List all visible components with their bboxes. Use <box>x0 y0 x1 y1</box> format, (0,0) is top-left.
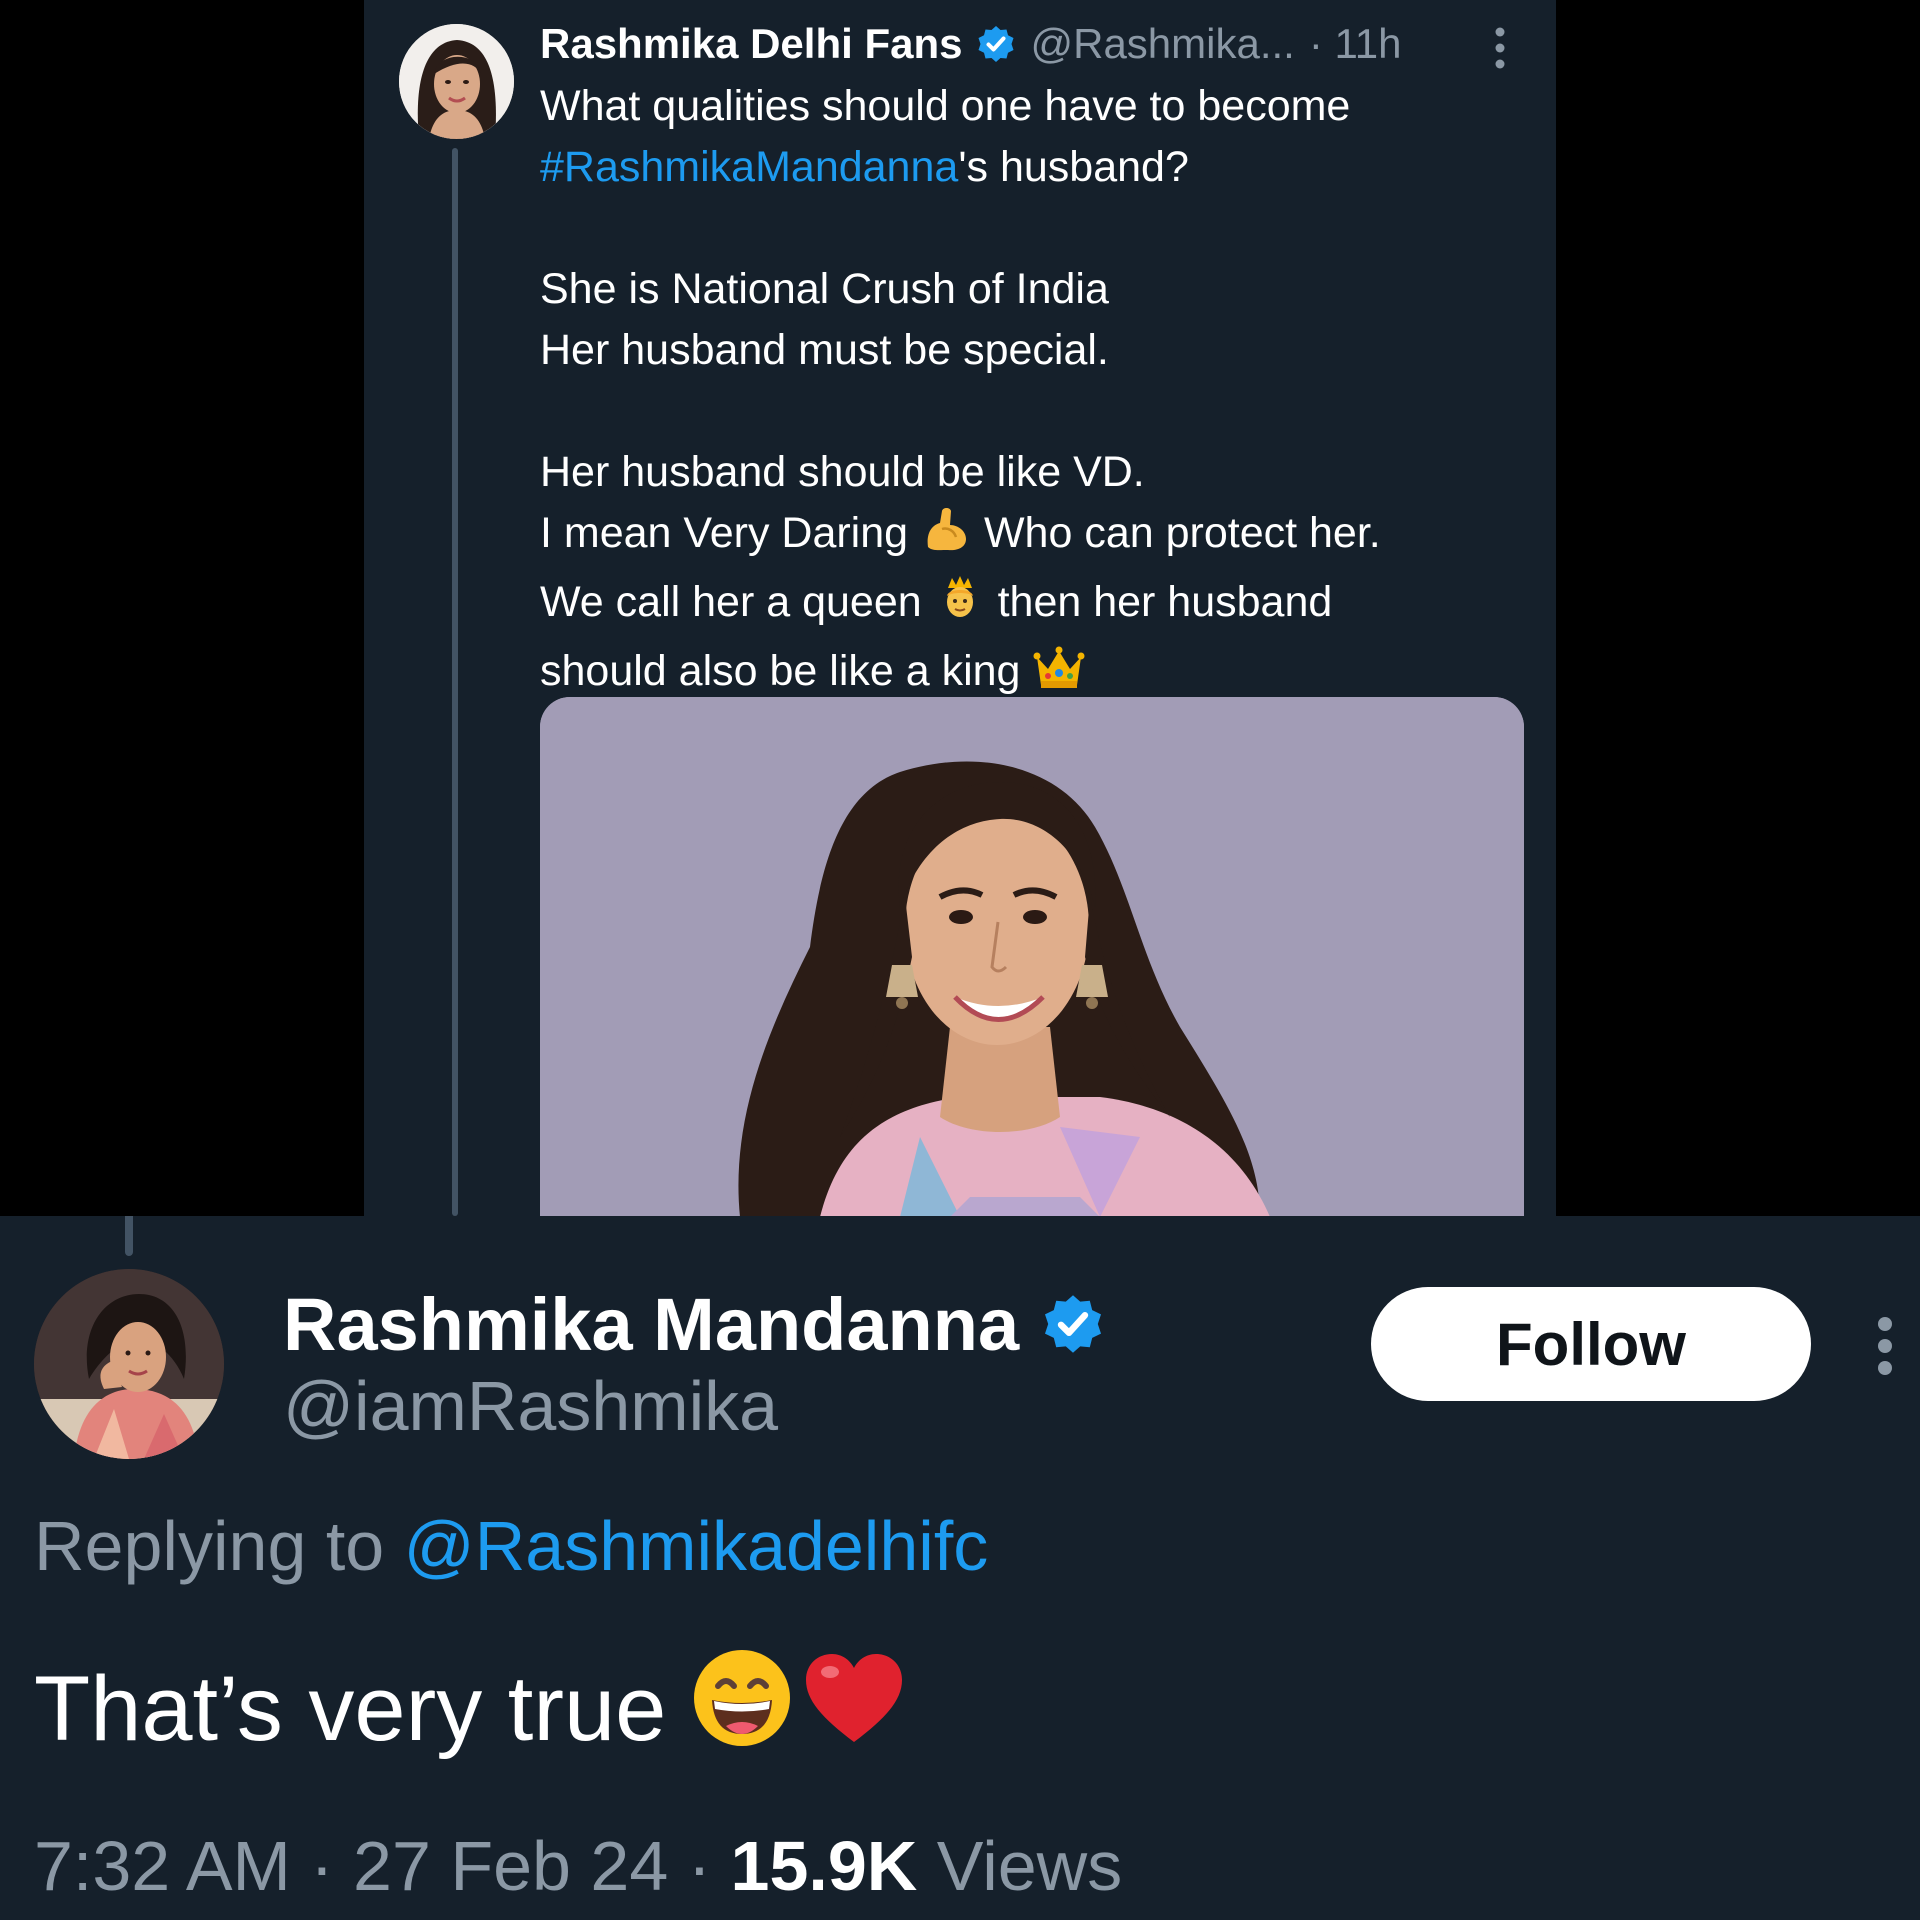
replying-to-line: Replying to @Rashmikadelhifc <box>34 1506 988 1586</box>
flexed-biceps-emoji <box>920 503 972 572</box>
mention-link[interactable]: @Rashmikadelhifc <box>404 1507 989 1585</box>
hashtag-link[interactable]: #RashmikaMandanna <box>540 143 958 191</box>
follow-button[interactable]: Follow <box>1371 1287 1811 1401</box>
tweet-meta: 7:32 AM · 27 Feb 24 · 15.9K Views <box>34 1827 1123 1905</box>
author-name[interactable]: Rashmika Mandanna <box>283 1282 1019 1367</box>
views-count: 15.9K <box>730 1827 918 1905</box>
tweet-line: should also be like a king <box>540 647 1021 695</box>
author-name[interactable]: Rashmika Delhi Fans <box>540 20 962 68</box>
thread-line <box>452 148 458 1216</box>
tweet-time[interactable]: · 11h <box>1309 20 1402 68</box>
tweet-line: She is National Crush of India <box>540 265 1109 313</box>
tweet-line: then her husband <box>997 578 1333 626</box>
princess-emoji <box>934 572 986 641</box>
reply-time[interactable]: 7:32 AM <box>34 1827 291 1905</box>
avatar[interactable] <box>399 24 514 139</box>
author-handle[interactable]: @Rashmika... <box>1030 20 1294 68</box>
tweet-line: I mean Very Daring <box>540 509 909 557</box>
reply-author-row: Rashmika Mandanna <box>283 1274 1105 1374</box>
reply-tweet: Rashmika Mandanna @iamRashmika Follow Re… <box>0 1216 1920 1920</box>
grinning-emoji <box>690 1646 794 1772</box>
tweet-line: 's husband? <box>958 143 1189 191</box>
red-heart-emoji <box>802 1650 906 1768</box>
verified-badge-icon <box>1041 1292 1105 1356</box>
more-options-icon[interactable] <box>1494 24 1506 72</box>
author-handle[interactable]: @iamRashmika <box>283 1366 778 1446</box>
tweet-line: Her husband should be like VD. <box>540 448 1145 496</box>
more-options-icon[interactable] <box>1876 1314 1894 1378</box>
tweet-body: What qualities should one have to become… <box>540 76 1520 710</box>
tweet-line: Who can protect her. <box>983 509 1381 557</box>
reply-text: That’s very true <box>34 1657 667 1760</box>
quoted-tweet[interactable]: Rashmika Delhi Fans @Rashmika... · 11h W… <box>364 0 1556 1217</box>
replying-to-label: Replying to <box>34 1507 385 1585</box>
tweet-header: Rashmika Delhi Fans @Rashmika... · 11h <box>540 18 1540 70</box>
tweet-line: What qualities should one have to become <box>540 82 1351 130</box>
thread-line <box>125 1216 133 1256</box>
tweet-line: Her husband must be special. <box>540 326 1109 374</box>
views-label: Views <box>936 1827 1123 1905</box>
reply-body: That’s very true <box>34 1646 906 1772</box>
reply-date[interactable]: 27 Feb 24 <box>353 1827 668 1905</box>
verified-badge-icon <box>976 24 1016 64</box>
avatar[interactable] <box>34 1269 224 1459</box>
tweet-line: We call her a queen <box>540 578 922 626</box>
tweet-photo[interactable] <box>540 697 1524 1217</box>
